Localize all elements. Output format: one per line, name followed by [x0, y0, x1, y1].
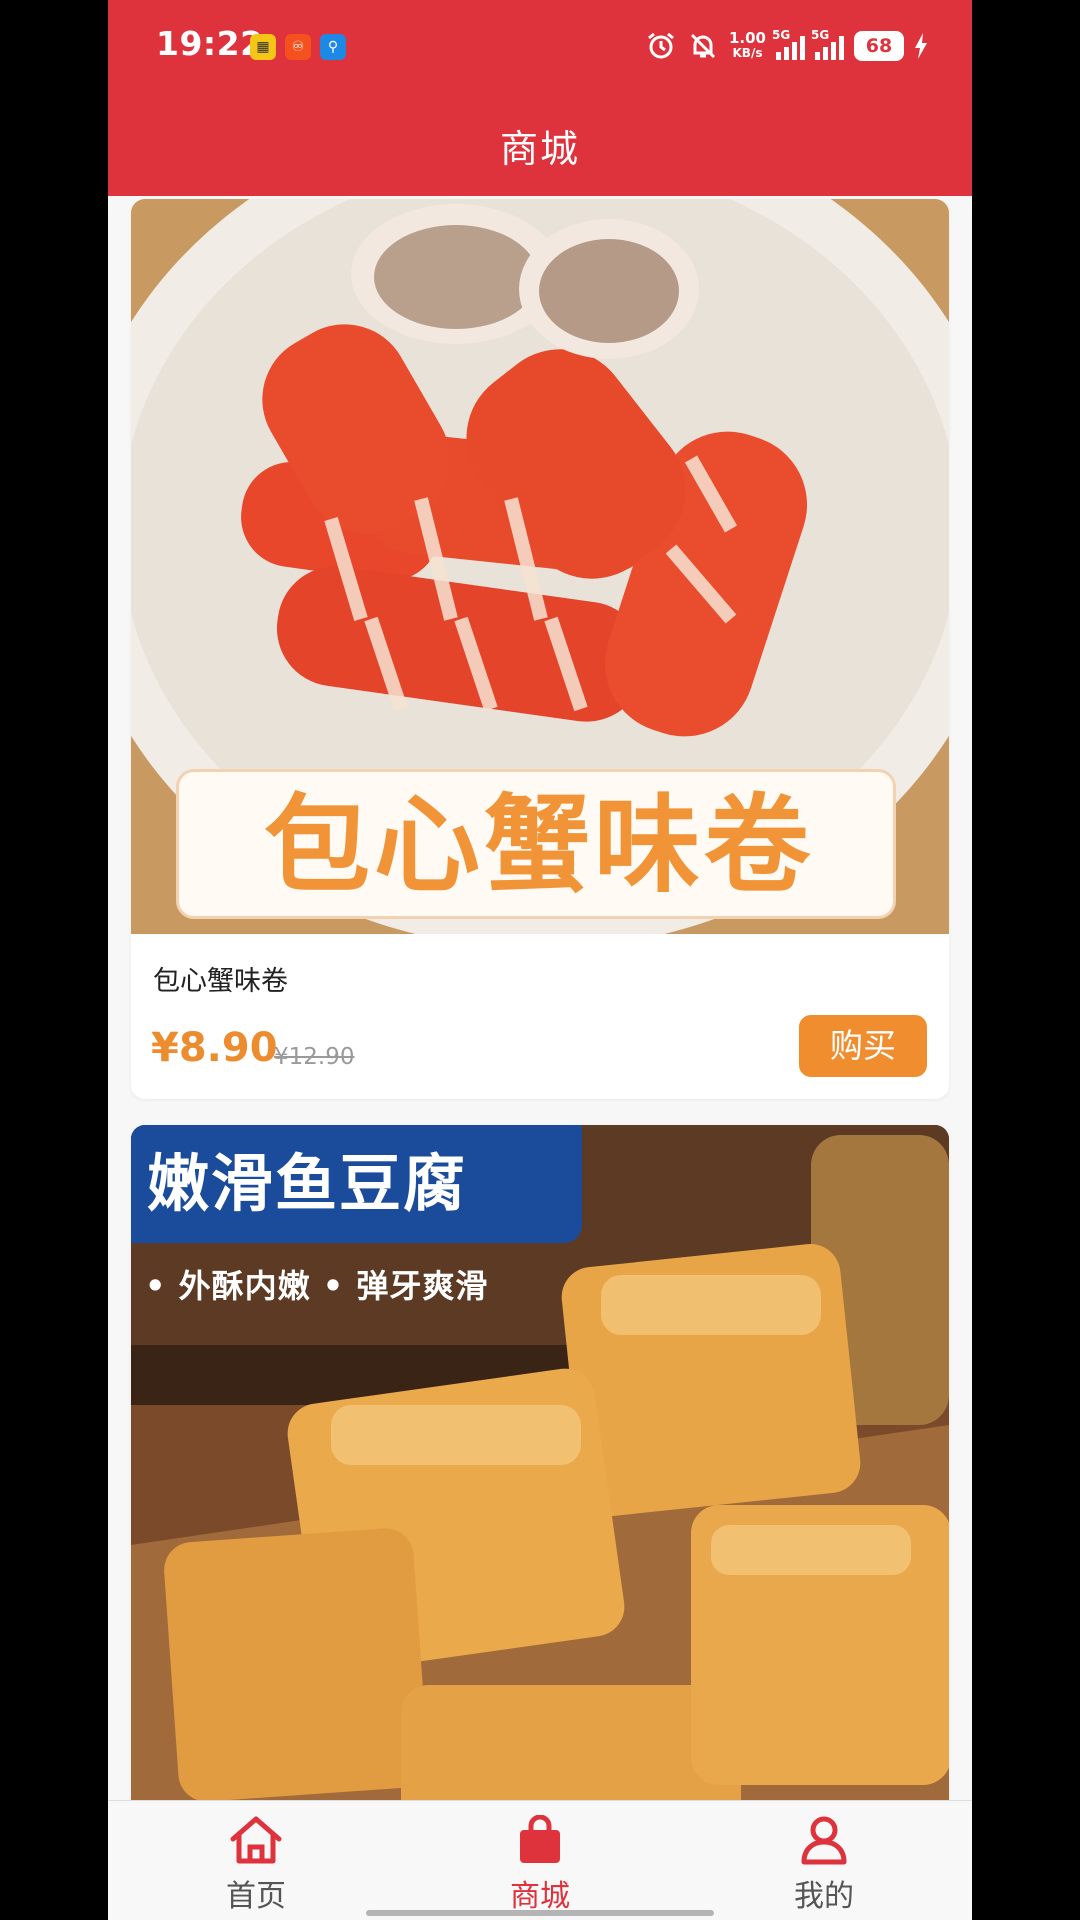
- buy-button[interactable]: 购买: [799, 1015, 927, 1077]
- nav-item-mine[interactable]: 我的: [724, 1809, 924, 1919]
- page-title: 商城: [499, 127, 580, 171]
- bottom-navigation: 首页 商城 我的: [108, 1800, 972, 1920]
- status-icons: 1.00 KB/s 5G 5G 68: [645, 26, 928, 66]
- product-price: ¥8.90: [151, 1025, 278, 1071]
- nav-label-mall: 商城: [510, 1879, 570, 1914]
- phone-screen: 19:22 ▦ ♾ ⚲ 1.00 KB/s 5G 5G 68 商城 包心蟹味卷 …: [108, 0, 972, 1920]
- product-image[interactable]: 包心蟹味卷: [131, 199, 949, 934]
- product-image-banner-text: 嫩滑鱼豆腐: [147, 1147, 468, 1220]
- product-name[interactable]: 包心蟹味卷: [153, 959, 288, 998]
- nav-label-home: 首页: [226, 1879, 286, 1914]
- app-header: 19:22 ▦ ♾ ⚲ 1.00 KB/s 5G 5G 68 商城: [108, 0, 972, 196]
- signal-label: 5G: [811, 28, 830, 42]
- product-image-banner: 包心蟹味卷: [176, 769, 896, 919]
- notification-app-icon: ▦: [250, 34, 276, 60]
- usb-icon: ⚲: [320, 34, 346, 60]
- product-image-tagline: • 外酥内嫩 • 弹牙爽滑: [145, 1267, 489, 1305]
- charging-icon: [915, 33, 927, 59]
- mute-bell-icon: [690, 33, 716, 59]
- user-icon: [801, 1816, 847, 1865]
- battery-icon: 68: [854, 31, 904, 61]
- signal-icon: 5G: [772, 28, 805, 60]
- status-time: 19:22: [156, 24, 264, 63]
- signal-icon: 5G: [811, 28, 844, 60]
- network-speed: 1.00 KB/s: [729, 31, 766, 61]
- product-image-banner: 嫩滑鱼豆腐: [131, 1125, 582, 1243]
- nav-item-home[interactable]: 首页: [156, 1809, 356, 1919]
- status-bar: 19:22 ▦ ♾ ⚲ 1.00 KB/s 5G 5G 68: [108, 0, 972, 92]
- signal-label: 5G: [772, 28, 791, 42]
- nav-item-mall[interactable]: 商城: [440, 1809, 640, 1919]
- nav-label-mine: 我的: [794, 1879, 854, 1914]
- network-speed-unit: KB/s: [732, 46, 763, 60]
- product-list[interactable]: 包心蟹味卷 包心蟹味卷 ¥8.90 ¥12.90 购买 嫩滑鱼豆腐 • 外酥内嫩…: [108, 196, 972, 1800]
- alarm-icon: [648, 32, 674, 59]
- product-image[interactable]: 嫩滑鱼豆腐 • 外酥内嫩 • 弹牙爽滑: [131, 1125, 949, 1800]
- product-image-banner-text: 包心蟹味卷: [264, 784, 814, 907]
- shopping-bag-icon: [520, 1815, 560, 1863]
- product-card[interactable]: 包心蟹味卷 包心蟹味卷 ¥8.90 ¥12.90 购买: [131, 199, 949, 1099]
- network-speed-value: 1.00: [728, 29, 766, 47]
- product-original-price: ¥12.90: [274, 1044, 355, 1070]
- battery-level: 68: [865, 35, 893, 57]
- notification-app-icon: ♾: [285, 34, 311, 60]
- home-indicator[interactable]: [366, 1910, 714, 1916]
- product-card[interactable]: 嫩滑鱼豆腐 • 外酥内嫩 • 弹牙爽滑: [131, 1125, 949, 1800]
- home-icon: [230, 1816, 282, 1864]
